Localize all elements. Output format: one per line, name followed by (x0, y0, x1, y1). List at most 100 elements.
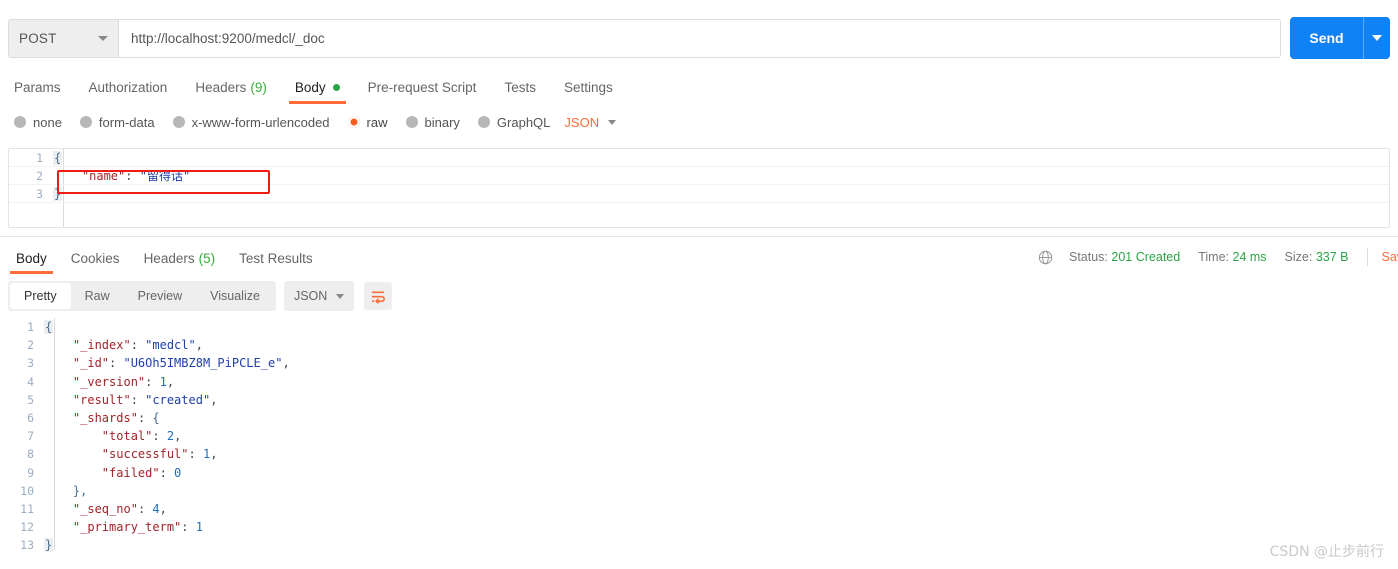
radio-label: x-www-form-urlencoded (191, 114, 330, 130)
body-type-radio-binary[interactable]: binary (405, 114, 460, 130)
code-line: 9 "failed": 0 (0, 464, 1398, 482)
body-type-radio-graphql[interactable]: GraphQL (477, 114, 551, 130)
watermark: CSDN @止步前行 (1269, 544, 1384, 560)
body-type-radio-form-data[interactable]: form-data (79, 115, 155, 130)
request-tab-headers[interactable]: Headers (9) (181, 70, 281, 104)
send-options-button[interactable] (1364, 35, 1390, 41)
radio-icon (347, 116, 360, 128)
line-number: 8 (27, 447, 34, 462)
request-tab-tests[interactable]: Tests (490, 70, 550, 104)
code-line: 1{ (0, 318, 1398, 336)
view-mode-raw[interactable]: Raw (71, 283, 124, 309)
code-text: "_primary_term": 1 (72, 520, 203, 535)
status-label: Status: (1069, 250, 1108, 264)
code-line: 7 "total": 2, (0, 427, 1398, 445)
request-tab-body[interactable]: Body (281, 70, 354, 104)
line-number: 2 (36, 168, 43, 183)
request-tab-params[interactable]: Params (0, 70, 75, 104)
chevron-down-icon (98, 36, 108, 41)
line-number: 11 (20, 501, 34, 516)
tab-label: Settings (563, 79, 613, 95)
tab-label: Body (16, 250, 47, 266)
body-present-indicator-icon (332, 83, 340, 91)
line-number: 12 (20, 520, 34, 535)
response-tab-cookies[interactable]: Cookies (59, 242, 132, 274)
code-line: 8 "successful": 1, (0, 445, 1398, 463)
response-tab-body[interactable]: Body (4, 242, 59, 274)
code-text: "_id": "U6Oh5IMBZ8M_PiPCLE_e", (72, 356, 290, 371)
response-view-mode-group: Pretty Raw Preview Visualize (8, 281, 276, 311)
tab-label: Body (294, 79, 326, 95)
line-number: 3 (27, 356, 34, 371)
body-type-options: none form-data x-www-form-urlencoded raw bin… (0, 108, 1398, 136)
response-code-lines: 1{2 "_index": "medcl", 3 "_id": "U6Oh5IMB… (0, 318, 1398, 554)
radio-label: GraphQL (496, 114, 551, 130)
code-text: "failed": 0 (101, 465, 182, 480)
request-tab-authorization[interactable]: Authorization (75, 70, 182, 104)
tab-label: Pre-request Script (367, 79, 477, 95)
request-url-row: POST http://localhost:9200/medcl/_doc Se… (0, 0, 1398, 70)
line-number: 2 (27, 338, 34, 353)
body-format-select[interactable]: JSON (564, 114, 617, 130)
response-view-toolbar: Pretty Raw Preview Visualize JSON (8, 281, 393, 311)
radio-label: binary (424, 114, 460, 130)
tab-count-badge: (9) (250, 79, 267, 95)
chevron-down-icon (1372, 35, 1382, 41)
http-method-label: POST (19, 31, 57, 46)
line-number: 10 (20, 483, 34, 498)
chevron-down-icon (608, 119, 617, 125)
code-line: 5 "result": "created", (0, 391, 1398, 409)
response-status-strip: Status: 201 Created Time: 24 ms Size: 33… (1038, 243, 1398, 271)
radio-icon (172, 116, 185, 128)
code-text: } (44, 538, 54, 553)
line-number: 1 (36, 150, 43, 165)
view-mode-pretty[interactable]: Pretty (10, 283, 71, 309)
word-wrap-toggle-button[interactable] (364, 282, 393, 310)
body-type-radio-none[interactable]: none (14, 115, 62, 130)
http-method-select[interactable]: POST (8, 19, 118, 58)
code-text: { (53, 150, 63, 165)
tab-label: Cookies (70, 250, 120, 266)
time-label: Time: (1198, 250, 1230, 264)
code-text: { (44, 320, 54, 335)
divider (1366, 248, 1368, 266)
code-line: 12 "_primary_term": 1 (0, 518, 1398, 536)
request-tabs: Params Authorization Headers (9) Body Pre-req… (0, 70, 1398, 104)
code-line: 13} (0, 536, 1398, 554)
response-tab-test-results[interactable]: Test Results (227, 242, 325, 274)
tab-label: Test Results (239, 250, 313, 266)
code-text: "_shards": { (72, 411, 160, 426)
line-number: 6 (27, 411, 34, 426)
body-format-label: JSON (564, 114, 600, 130)
tab-label: Headers (195, 79, 247, 95)
url-value: http://localhost:9200/medcl/_doc (131, 31, 325, 46)
line-number: 7 (27, 429, 34, 444)
request-code-lines: 1 {2 "name": "留得话" 3} (9, 149, 1389, 203)
response-tabs: Body Cookies Headers (5) Test Results (0, 242, 700, 274)
send-button[interactable]: Send (1290, 17, 1390, 59)
divider (0, 236, 1398, 237)
code-line: 3 "_id": "U6Oh5IMBZ8M_PiPCLE_e", (0, 354, 1398, 372)
request-body-editor[interactable]: 1 {2 "name": "留得话" 3} (8, 148, 1390, 228)
body-type-radio-x-www-form-urlencoded[interactable]: x-www-form-urlencoded (172, 114, 330, 130)
request-tab-settings[interactable]: Settings (550, 70, 627, 104)
chevron-down-icon (336, 293, 345, 299)
view-mode-visualize[interactable]: Visualize (196, 283, 274, 309)
code-text: "result": "created", (72, 392, 218, 407)
code-line: 2 "name": "留得话" (9, 167, 1389, 185)
response-format-select[interactable]: JSON (283, 281, 355, 311)
code-line: 3} (9, 185, 1389, 203)
response-tab-headers[interactable]: Headers (5) (132, 242, 228, 274)
tab-label: Authorization (88, 79, 168, 95)
response-body-viewer[interactable]: 1{2 "_index": "medcl", 3 "_id": "U6Oh5IMB… (0, 318, 1398, 563)
save-response-link[interactable]: Save (1382, 250, 1398, 264)
request-tab-pre-request-script[interactable]: Pre-request Script (354, 70, 491, 104)
line-number: 1 (27, 320, 34, 335)
radio-label: raw (366, 114, 388, 130)
send-button-label: Send (1309, 30, 1344, 46)
url-input[interactable]: http://localhost:9200/medcl/_doc (118, 19, 1281, 58)
status-value: 201 Created (1111, 250, 1181, 264)
body-type-radio-raw[interactable]: raw (347, 114, 388, 130)
view-mode-preview[interactable]: Preview (124, 283, 196, 309)
radio-icon (405, 116, 418, 128)
